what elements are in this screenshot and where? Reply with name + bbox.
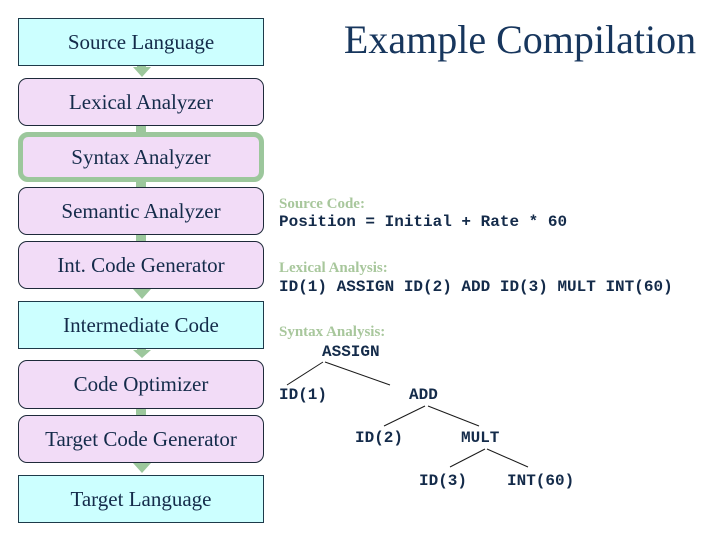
tree-node-assign: ASSIGN [322,343,380,361]
pipeline-intermediate-code: Intermediate Code [18,301,264,349]
pipeline-semantic-analyzer: Semantic Analyzer [18,187,264,235]
tree-node-add: ADD [409,386,438,404]
token-stream: ID(1) ASSIGN ID(2) ADD ID(3) MULT INT(60… [279,278,673,296]
source-code-label: Source Code: [279,196,365,212]
slide-title: Example Compilation [343,17,697,62]
edge-assign-add [324,361,391,386]
edge-add-mult [427,405,480,427]
arrow-down-icon [133,463,151,473]
pipeline-label: Syntax Analyzer [71,144,211,169]
syntax-analysis-label: Syntax Analysis: [279,324,386,340]
pipeline-syntax-analyzer: Syntax Analyzer [18,132,264,182]
edge-assign-id1 [286,361,324,386]
pipeline-label: Target Language [70,486,212,511]
source-code: Position = Initial + Rate * 60 [279,213,568,231]
arrow-down-icon [133,350,151,358]
lexical-analysis-label: Lexical Analysis: [279,260,388,276]
pipeline-target-language: Target Language [18,475,264,523]
tree-node-int60: INT(60) [507,472,575,490]
pipeline-target-code-generator: Target Code Generator [18,415,264,463]
pipeline-int-code-generator: Int. Code Generator [18,241,264,289]
pipeline-label: Target Code Generator [45,426,237,451]
pipeline-label: Lexical Analyzer [68,89,213,114]
pipeline-label: Source Language [67,29,215,54]
pipeline-label: Int. Code Generator [57,252,225,277]
pipeline-label: Semantic Analyzer [61,198,221,223]
pipeline-label: Intermediate Code [63,312,219,337]
tree-node-id1: ID(1) [279,386,328,404]
pipeline-lexical-analyzer: Lexical Analyzer [18,78,264,126]
pipeline-label: Code Optimizer [73,372,209,396]
arrow-down-icon [133,67,151,77]
pipeline-source-language: Source Language [18,18,264,66]
pipeline-code-optimizer: Code Optimizer [18,360,264,409]
edge-mult-int60 [486,448,529,468]
tree-node-id3: ID(3) [419,472,468,490]
tree-node-mult: MULT [461,429,500,447]
arrow-down-icon [133,289,151,299]
edge-add-id2 [383,405,426,427]
edge-mult-id3 [449,448,486,468]
tree-node-id2: ID(2) [355,429,404,447]
